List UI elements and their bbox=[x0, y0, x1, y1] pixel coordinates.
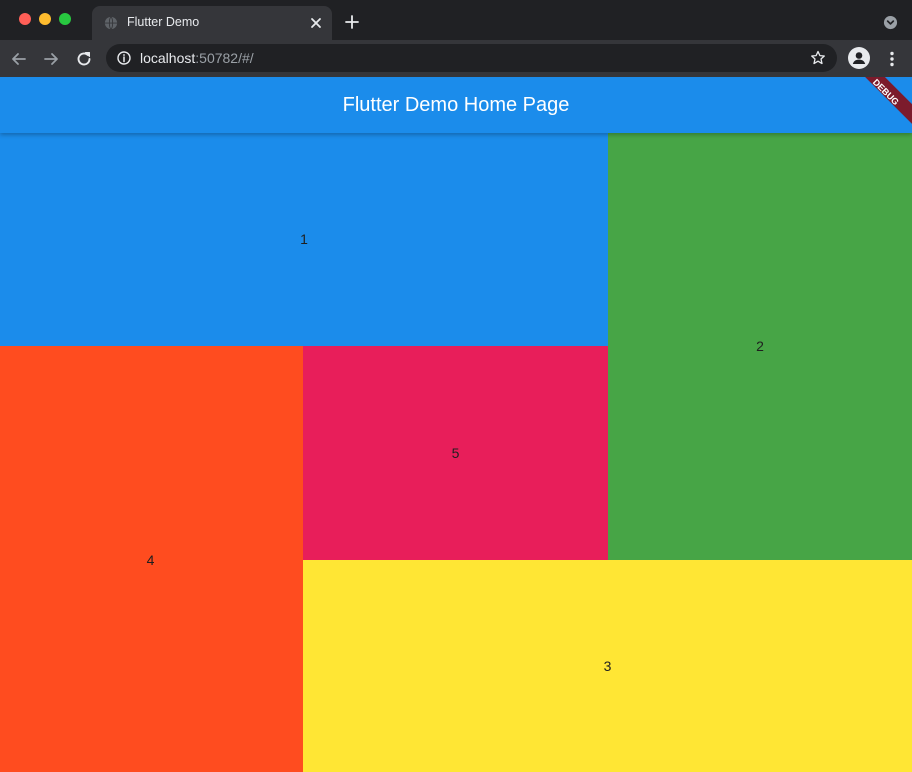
tile-5: 5 bbox=[303, 346, 608, 560]
tile-1: 1 bbox=[0, 133, 608, 346]
globe-icon bbox=[104, 16, 118, 30]
address-bar[interactable]: localhost:50782/#/ bbox=[106, 44, 837, 72]
browser-tab[interactable]: Flutter Demo bbox=[92, 6, 332, 40]
tile-label: 1 bbox=[300, 231, 308, 247]
tab-title: Flutter Demo bbox=[127, 15, 200, 29]
new-tab-icon[interactable] bbox=[343, 13, 361, 31]
tile-label: 3 bbox=[603, 658, 612, 674]
url-text[interactable]: localhost:50782/#/ bbox=[140, 50, 254, 66]
tile-4: 4 bbox=[0, 346, 303, 772]
page-title: Flutter Demo Home Page bbox=[342, 94, 570, 116]
close-tab-icon[interactable] bbox=[308, 15, 324, 31]
tab-search-icon[interactable] bbox=[883, 15, 898, 30]
arrow-left-icon[interactable] bbox=[9, 49, 29, 69]
tile-2: 2 bbox=[608, 133, 912, 560]
profile-icon[interactable] bbox=[848, 47, 870, 69]
app-viewport: Flutter Demo Home Page DEBUG 1 2 3 4 5 bbox=[0, 77, 912, 772]
minimize-window-button[interactable] bbox=[39, 13, 51, 25]
info-icon[interactable] bbox=[117, 51, 131, 65]
reload-icon[interactable] bbox=[74, 49, 94, 69]
browser-titlebar: Flutter Demo bbox=[0, 0, 912, 40]
maximize-window-button[interactable] bbox=[59, 13, 71, 25]
tile-label: 2 bbox=[756, 338, 764, 354]
url-host: localhost bbox=[140, 50, 196, 66]
arrow-right-icon[interactable] bbox=[41, 49, 61, 69]
url-path: :50782/#/ bbox=[195, 50, 254, 66]
app-bar: Flutter Demo Home Page bbox=[0, 77, 912, 133]
tile-label: 5 bbox=[451, 445, 460, 461]
star-icon[interactable] bbox=[810, 50, 826, 66]
tile-label: 4 bbox=[146, 552, 155, 568]
browser-toolbar: localhost:50782/#/ bbox=[0, 40, 912, 77]
person-icon bbox=[852, 52, 866, 64]
close-window-button[interactable] bbox=[19, 13, 31, 25]
tile-3: 3 bbox=[303, 560, 912, 772]
kebab-menu-icon[interactable] bbox=[882, 49, 902, 69]
